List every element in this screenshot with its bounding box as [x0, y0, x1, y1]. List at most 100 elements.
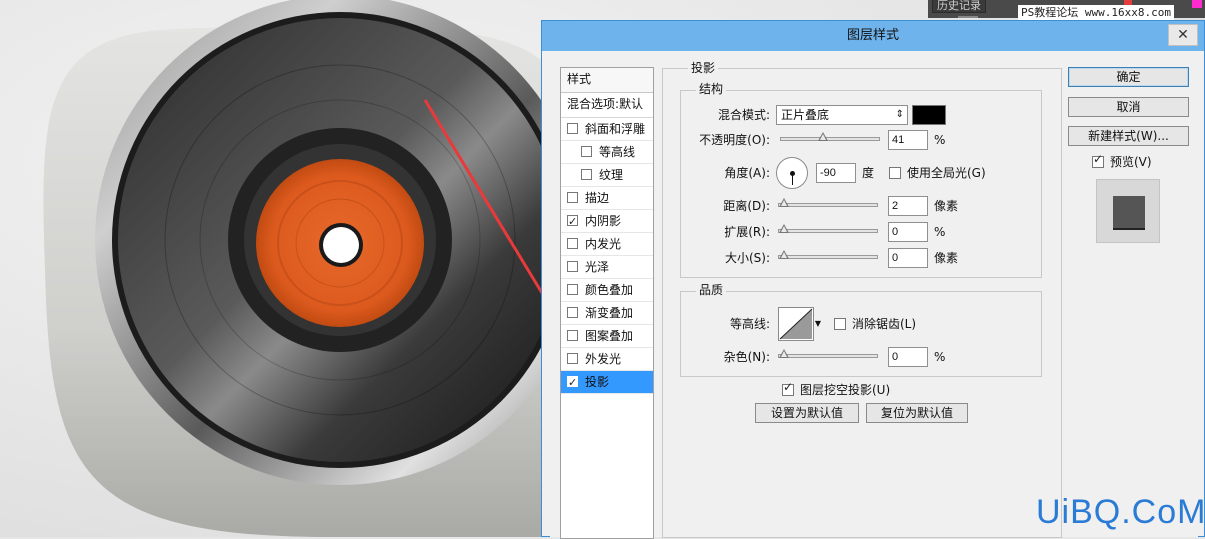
opacity-label: 不透明度(O): — [699, 133, 770, 147]
spread-input[interactable] — [888, 222, 928, 242]
distance-unit: 像素 — [934, 199, 959, 213]
global-light-checkbox[interactable] — [889, 167, 901, 179]
distance-label: 距离(D): — [723, 199, 770, 213]
preview-checkbox[interactable] — [1092, 152, 1104, 168]
noise-slider[interactable] — [778, 349, 878, 358]
style-item-label: 渐变叠加 — [585, 306, 634, 320]
new-style-button[interactable]: 新建样式(W)... — [1068, 126, 1189, 146]
angle-unit: 度 — [862, 166, 875, 180]
style-item-checkbox[interactable] — [581, 146, 592, 157]
noise-input[interactable] — [888, 347, 928, 367]
style-item-label: 颜色叠加 — [585, 283, 634, 297]
shadow-color-swatch[interactable] — [912, 105, 946, 125]
style-item[interactable]: 投影 — [561, 371, 653, 394]
contour-dropdown-icon[interactable]: ▼ — [814, 307, 822, 341]
style-item-label: 纹理 — [599, 168, 624, 182]
preview-label[interactable]: 预览(V) — [1110, 155, 1152, 169]
dialog-titlebar[interactable]: 图层样式 ✕ — [542, 21, 1204, 51]
structure-title: 结构 — [696, 82, 727, 96]
distance-slider[interactable] — [778, 198, 878, 207]
style-item-checkbox[interactable] — [567, 372, 578, 394]
layer-style-dialog: 图层样式 ✕ 样式 混合选项:默认 斜面和浮雕等高线纹理描边内阴影内发光光泽颜色… — [541, 20, 1205, 539]
strip-divider — [958, 16, 978, 18]
anti-alias-checkbox[interactable] — [834, 318, 846, 330]
style-item[interactable]: 斜面和浮雕 — [561, 118, 653, 141]
style-item-checkbox[interactable] — [567, 123, 578, 134]
spread-label: 扩展(R): — [724, 225, 770, 239]
style-item[interactable]: 光泽 — [561, 256, 653, 279]
noise-label: 杂色(N): — [723, 350, 770, 364]
style-list-header[interactable]: 样式 — [561, 68, 653, 93]
history-tab[interactable]: 历史记录 — [932, 0, 986, 13]
drop-shadow-title: 投影 — [688, 61, 719, 75]
spread-slider[interactable] — [778, 224, 878, 233]
style-item[interactable]: 描边 — [561, 187, 653, 210]
opacity-slider[interactable] — [780, 132, 880, 141]
style-item[interactable]: 颜色叠加 — [561, 279, 653, 302]
opacity-unit: % — [934, 133, 946, 147]
size-label: 大小(S): — [724, 251, 770, 265]
noise-slider-thumb[interactable] — [779, 349, 789, 358]
style-item[interactable]: 内阴影 — [561, 210, 653, 233]
make-default-button[interactable]: 设置为默认值 — [755, 403, 859, 423]
style-item-label: 投影 — [585, 375, 610, 389]
opacity-input[interactable] — [888, 130, 928, 150]
size-input[interactable] — [888, 248, 928, 268]
style-item-checkbox[interactable] — [567, 261, 578, 272]
style-item-checkbox[interactable] — [567, 353, 578, 364]
style-item-checkbox[interactable] — [567, 211, 578, 233]
close-icon: ✕ — [1177, 27, 1189, 43]
style-preview-thumbnail — [1096, 179, 1160, 243]
global-light-label[interactable]: 使用全局光(G) — [907, 166, 986, 180]
knockout-checkbox[interactable] — [782, 380, 794, 396]
style-item[interactable]: 外发光 — [561, 348, 653, 371]
style-item-label: 等高线 — [599, 145, 636, 159]
angle-label: 角度(A): — [724, 166, 770, 180]
size-unit: 像素 — [934, 251, 959, 265]
style-item-checkbox[interactable] — [567, 330, 578, 341]
style-item-checkbox[interactable] — [567, 284, 578, 295]
watermark-top: PS教程论坛 www.16xx8.com — [1018, 5, 1174, 21]
style-items: 斜面和浮雕等高线纹理描边内阴影内发光光泽颜色叠加渐变叠加图案叠加外发光投影 — [561, 118, 653, 394]
style-item-checkbox[interactable] — [567, 192, 578, 203]
blend-mode-label: 混合模式: — [717, 108, 770, 122]
opacity-slider-thumb[interactable] — [817, 132, 828, 141]
angle-dial[interactable] — [776, 157, 808, 189]
blend-mode-select[interactable]: 正片叠底 ⇕ — [776, 105, 908, 125]
reset-default-button[interactable]: 复位为默认值 — [866, 403, 968, 423]
style-item-label: 图案叠加 — [585, 329, 634, 343]
blend-mode-value: 正片叠底 — [781, 108, 830, 122]
style-item[interactable]: 等高线 — [561, 141, 653, 164]
knockout-label[interactable]: 图层挖空投影(U) — [800, 383, 890, 397]
angle-dial-center — [790, 171, 795, 176]
style-item[interactable]: 内发光 — [561, 233, 653, 256]
style-list: 样式 混合选项:默认 斜面和浮雕等高线纹理描边内阴影内发光光泽颜色叠加渐变叠加图… — [560, 67, 654, 539]
anti-alias-label[interactable]: 消除锯齿(L) — [852, 317, 916, 331]
style-item-checkbox[interactable] — [567, 238, 578, 249]
close-button[interactable]: ✕ — [1168, 24, 1198, 46]
angle-input[interactable] — [816, 163, 856, 183]
style-item-label: 斜面和浮雕 — [585, 122, 646, 136]
style-item[interactable]: 渐变叠加 — [561, 302, 653, 325]
blend-options-item[interactable]: 混合选项:默认 — [561, 93, 653, 118]
quality-title: 品质 — [696, 283, 727, 297]
size-slider[interactable] — [778, 250, 878, 259]
style-item[interactable]: 图案叠加 — [561, 325, 653, 348]
contour-label: 等高线: — [729, 317, 770, 331]
watermark-bottom: UiBQ.CoM — [1036, 493, 1205, 531]
style-item-checkbox[interactable] — [581, 169, 592, 180]
style-item-checkbox[interactable] — [567, 307, 578, 318]
style-item-label: 内发光 — [585, 237, 622, 251]
spread-slider-thumb[interactable] — [779, 224, 789, 233]
size-slider-thumb[interactable] — [779, 250, 789, 259]
cancel-button[interactable]: 取消 — [1068, 97, 1189, 117]
style-item[interactable]: 纹理 — [561, 164, 653, 187]
contour-picker[interactable] — [778, 307, 814, 341]
distance-slider-thumb[interactable] — [779, 198, 789, 207]
distance-input[interactable] — [888, 196, 928, 216]
ok-button[interactable]: 确定 — [1068, 67, 1189, 87]
linear-contour-icon — [779, 308, 813, 340]
style-item-label: 外发光 — [585, 352, 622, 366]
style-item-label: 描边 — [585, 191, 610, 205]
style-item-label: 光泽 — [585, 260, 610, 274]
